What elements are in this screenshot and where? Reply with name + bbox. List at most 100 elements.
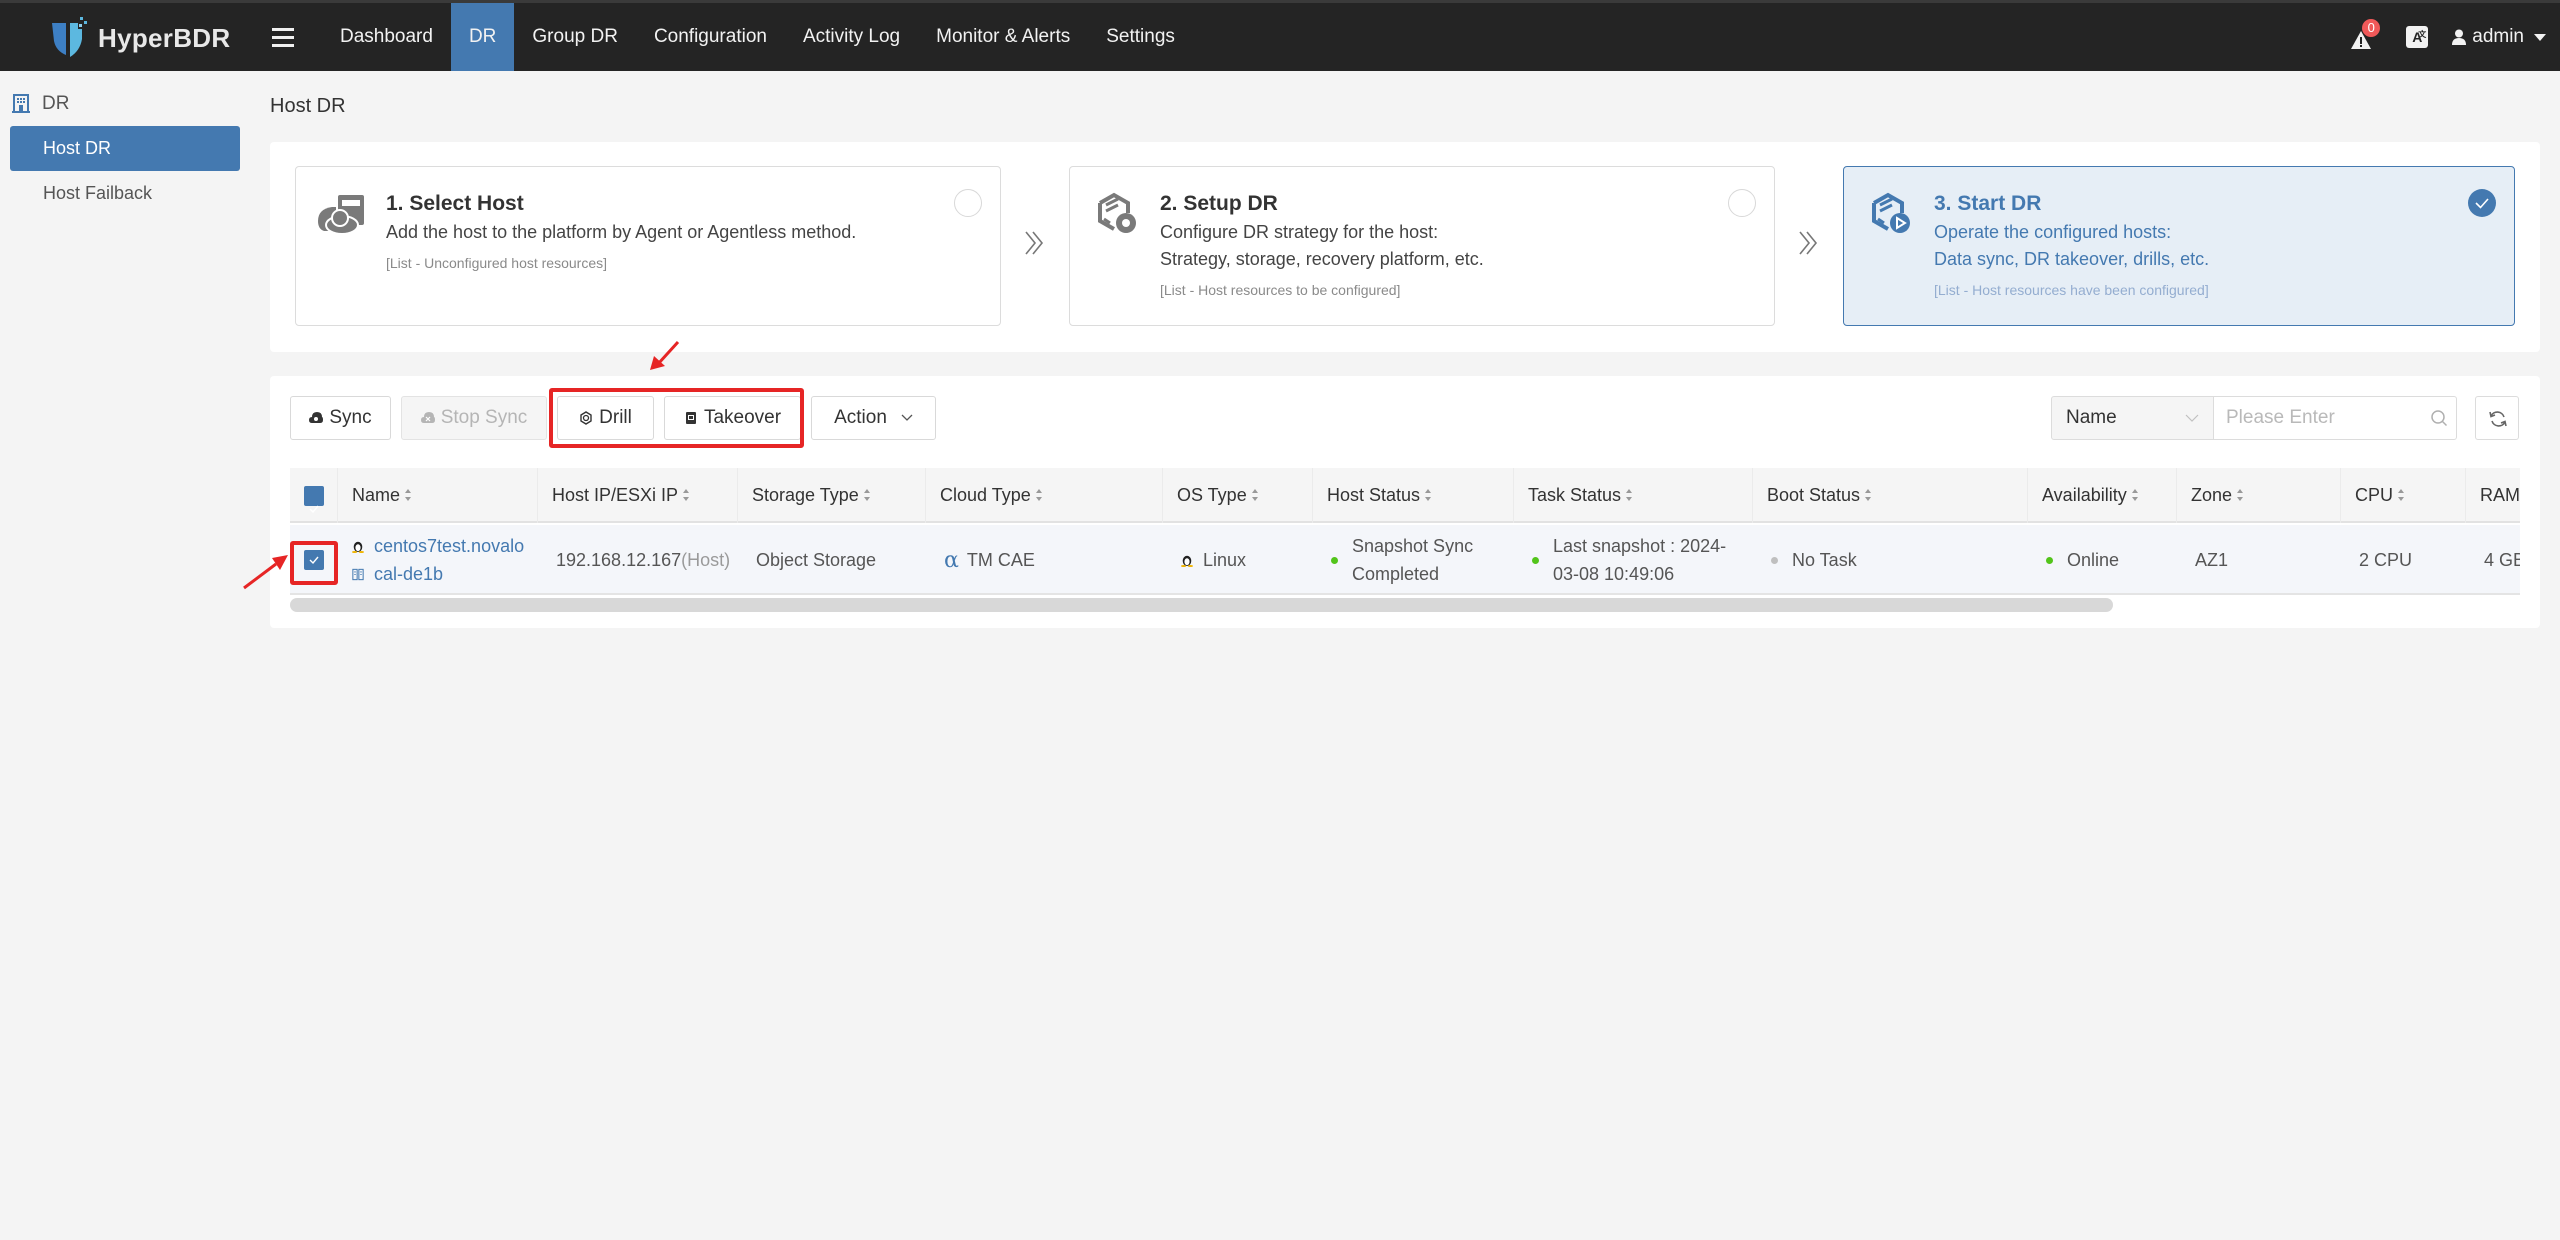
column-header-storage-type[interactable]: Storage Type (738, 468, 926, 523)
search-field-select[interactable]: Name (2051, 396, 2214, 440)
table-row[interactable]: centos7test.novalo cal-de1b 192.168.12.1… (290, 525, 2520, 595)
refresh-button[interactable] (2475, 396, 2519, 440)
drill-button[interactable]: Drill (557, 396, 654, 440)
sync-label: Sync (329, 407, 372, 428)
chevron-down-icon (901, 414, 913, 421)
host-name-link[interactable]: centos7test.novalo (374, 532, 524, 560)
sort-icon (2131, 489, 2138, 502)
workflow-steps-panel: 1. Select Host Add the host to the platf… (270, 142, 2540, 352)
nav-activity-log[interactable]: Activity Log (785, 3, 918, 71)
step-select-host[interactable]: 1. Select Host Add the host to the platf… (295, 166, 1001, 326)
host-name-link-continued[interactable]: cal-de1b (374, 560, 443, 588)
column-header-os-type[interactable]: OS Type (1163, 468, 1313, 523)
column-header-boot-status[interactable]: Boot Status (1753, 468, 2028, 523)
task-status-line1: Last snapshot : 2024- (1553, 536, 1727, 556)
alerts-button[interactable]: 0 (2350, 19, 2381, 51)
sort-icon (2237, 489, 2244, 502)
action-dropdown[interactable]: Action (811, 396, 936, 440)
column-label: CPU (2355, 485, 2394, 505)
nav-monitor-alerts[interactable]: Monitor & Alerts (918, 3, 1088, 71)
hosts-table: Name Host IP/ESXi IP Storage Type Cloud … (290, 468, 2520, 598)
step-description: Data sync, DR takeover, drills, etc. (1934, 249, 2210, 269)
cell-host-ip: 192.168.12.167 (Host) (538, 525, 730, 595)
column-label: Availability (2042, 485, 2127, 505)
app-logo[interactable]: HyperBDR (48, 13, 230, 63)
sidebar-item-host-dr[interactable]: Host DR (10, 126, 240, 171)
column-label: RAM (2480, 485, 2520, 505)
step-selected-check-icon[interactable] (2468, 189, 2496, 217)
alpha-cloud-icon: α (944, 547, 959, 573)
stop-sync-button[interactable]: Stop Sync (401, 396, 547, 440)
sidebar: DR Host DR Host Failback (0, 71, 248, 1240)
linux-icon (352, 541, 364, 553)
cloud-stop-icon (420, 412, 435, 423)
host-status-line2: Completed (1352, 564, 1440, 584)
user-menu[interactable]: admin (2452, 26, 2546, 48)
sidebar-section-dr: DR (12, 93, 69, 115)
select-all-checkbox[interactable] (304, 486, 324, 514)
language-icon[interactable]: A文 (2406, 26, 2429, 48)
sort-icon (1035, 489, 1042, 502)
nav-dashboard[interactable]: Dashboard (322, 3, 451, 71)
cloud-server-icon (318, 195, 364, 235)
availability-value: Online (2067, 549, 2120, 570)
sort-icon (1251, 489, 1258, 502)
cell-cpu: 2 CPU (2359, 549, 2413, 570)
cell-host-status: Snapshot Sync Completed (1313, 525, 1473, 595)
boot-status-value: No Task (1792, 549, 1857, 570)
step-description: Strategy, storage, recovery platform, et… (1160, 249, 1484, 269)
row-checkbox[interactable] (304, 550, 324, 570)
takeover-icon (685, 412, 696, 424)
cell-zone: AZ1 (2195, 549, 2229, 570)
caret-down-icon (2534, 33, 2546, 41)
takeover-label: Takeover (703, 407, 782, 428)
page-title: Host DR (270, 95, 346, 117)
search-input[interactable] (2213, 396, 2457, 440)
sort-icon (1425, 489, 1432, 502)
cloud-type-value: TM CAE (966, 549, 1035, 570)
horizontal-scrollbar[interactable] (290, 598, 2113, 612)
step-title: 2. Setup DR (1160, 192, 1278, 215)
sync-button[interactable]: Sync (290, 396, 391, 440)
column-header-ram[interactable]: RAM (2466, 468, 2520, 523)
step-radio[interactable] (954, 189, 982, 217)
search-icon[interactable] (2430, 409, 2448, 427)
os-type-value: Linux (1203, 549, 1247, 570)
column-label: Name (352, 485, 401, 505)
chevron-down-icon (2185, 414, 2199, 422)
column-header-host-ip[interactable]: Host IP/ESXi IP (538, 468, 738, 523)
cloud-sync-icon (309, 412, 324, 423)
shield-logo-icon (52, 17, 87, 57)
column-header-zone[interactable]: Zone (2177, 468, 2341, 523)
nav-dr[interactable]: DR (450, 3, 515, 71)
cell-task-status: Last snapshot : 2024- 03-08 10:49:06 (1514, 525, 1726, 595)
column-header-name[interactable]: Name (338, 468, 538, 523)
nav-configuration[interactable]: Configuration (636, 3, 785, 71)
column-header-availability[interactable]: Availability (2028, 468, 2177, 523)
host-ip-suffix: (Host) (681, 549, 731, 570)
nav-settings[interactable]: Settings (1088, 3, 1193, 71)
step-setup-dr[interactable]: 2. Setup DR Configure DR strategy for th… (1069, 166, 1775, 326)
host-ip: 192.168.12.167 (556, 549, 682, 570)
sort-icon (683, 489, 690, 502)
step-start-dr[interactable]: 3. Start DR Operate the configured hosts… (1843, 166, 2515, 326)
column-header-cloud-type[interactable]: Cloud Type (926, 468, 1163, 523)
annotation-arrow-icon (650, 340, 680, 370)
sort-icon (405, 489, 412, 502)
column-header-host-status[interactable]: Host Status (1313, 468, 1514, 523)
column-header-cpu[interactable]: CPU (2341, 468, 2466, 523)
task-status-line2: 03-08 10:49:06 (1553, 564, 1675, 584)
step-description: Configure DR strategy for the host: (1160, 222, 1439, 242)
alert-count-badge: 0 (2362, 19, 2381, 37)
takeover-button[interactable]: Takeover (664, 396, 801, 440)
step-radio[interactable] (1728, 189, 1756, 217)
sidebar-item-host-failback[interactable]: Host Failback (10, 171, 240, 216)
double-chevron-right-icon (1799, 231, 1818, 255)
cell-cloud-type: α TM CAE (926, 525, 1035, 595)
box-gear-icon (1098, 192, 1136, 233)
column-header-task-status[interactable]: Task Status (1514, 468, 1753, 523)
table-header: Name Host IP/ESXi IP Storage Type Cloud … (290, 468, 2520, 523)
sidebar-section-label: DR (42, 93, 70, 114)
menu-toggle-icon[interactable] (272, 25, 294, 49)
nav-group-dr[interactable]: Group DR (514, 3, 636, 71)
